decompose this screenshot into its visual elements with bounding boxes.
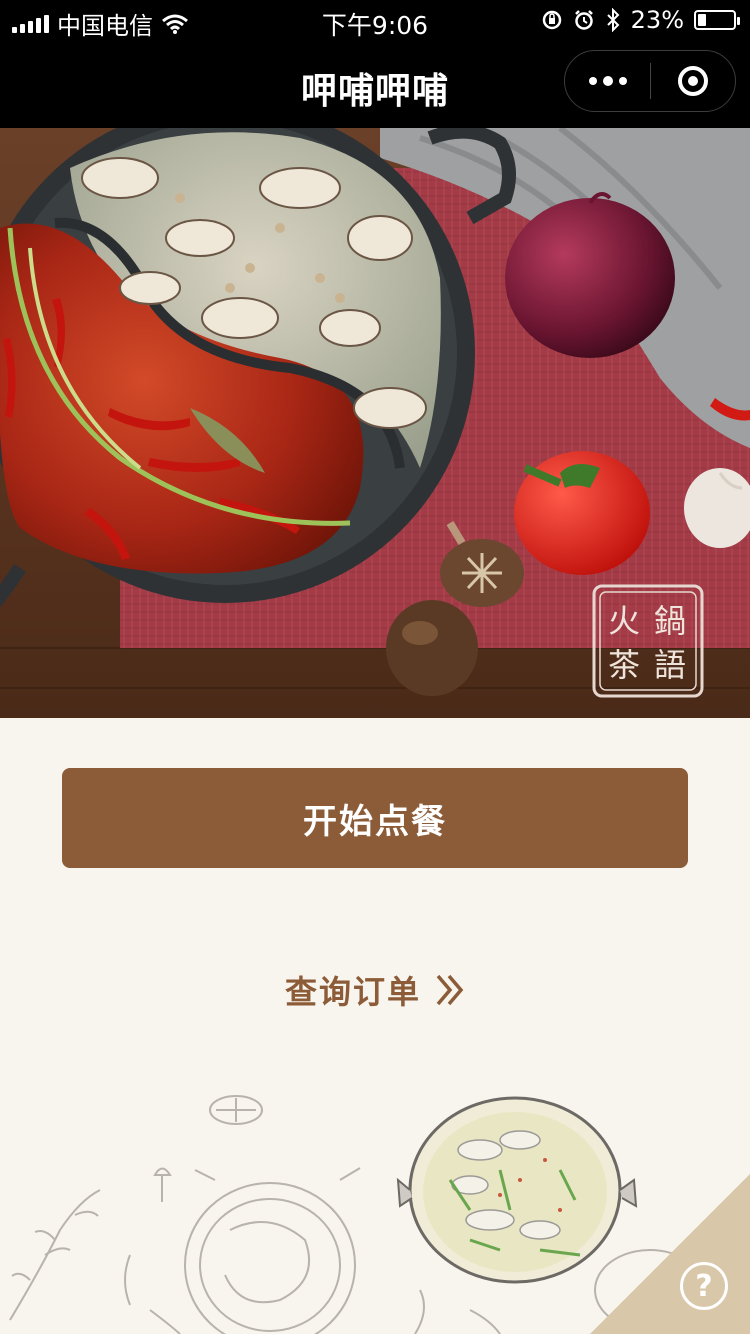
help-corner xyxy=(590,1174,750,1334)
help-icon[interactable]: ? xyxy=(680,1262,728,1310)
mini-program-capsule xyxy=(564,50,736,112)
battery-level xyxy=(698,14,706,26)
alarm-icon xyxy=(574,10,593,30)
svg-text:鍋: 鍋 xyxy=(654,602,686,640)
battery-percent: 23% xyxy=(630,6,684,34)
hotpot-photo: 火 鍋 茶 語 xyxy=(0,128,750,718)
status-right: 23% xyxy=(541,6,740,34)
svg-text:語: 語 xyxy=(654,646,686,684)
query-orders-link[interactable]: 查询订单 xyxy=(0,962,750,1018)
bluetooth-icon xyxy=(606,8,620,32)
svg-text:茶: 茶 xyxy=(608,646,640,684)
start-order-button[interactable]: 开始点餐 xyxy=(62,768,688,868)
page: 中国电信 下午9:06 23% 呷哺呷哺 火 鍋 茶 語 开始点餐 查询订单 ? xyxy=(0,0,750,1334)
close-icon[interactable] xyxy=(651,51,735,111)
query-orders-label: 查询订单 xyxy=(284,973,421,1011)
battery-icon xyxy=(694,10,740,30)
hero-banner: 火 鍋 茶 語 xyxy=(0,128,750,718)
more-icon[interactable] xyxy=(565,51,650,111)
double-chevron-right-icon xyxy=(436,974,464,1006)
nav-bar: 呷哺呷哺 xyxy=(0,40,750,128)
rotation-lock-icon xyxy=(542,10,561,30)
status-bar: 中国电信 下午9:06 23% xyxy=(0,0,750,40)
svg-text:火: 火 xyxy=(608,602,640,640)
